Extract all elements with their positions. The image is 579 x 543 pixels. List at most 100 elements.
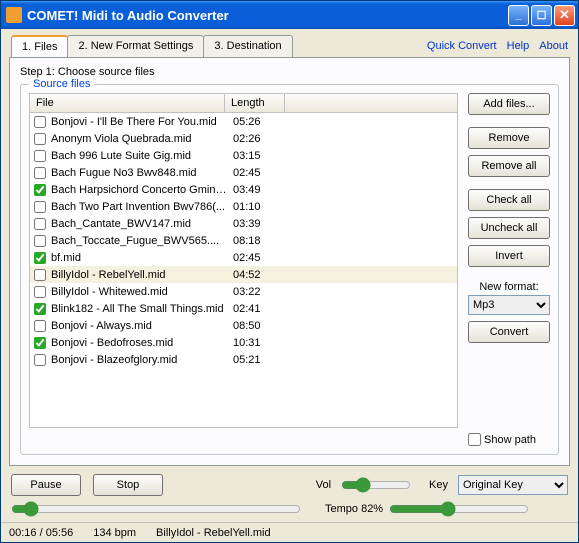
table-row[interactable]: Bonjovi - I'll Be There For You.mid05:26: [30, 113, 457, 130]
app-icon: [6, 7, 22, 23]
status-file: BillyIdol - RebelYell.mid: [156, 527, 271, 539]
file-name: Bonjovi - Blazeofglory.mid: [51, 354, 227, 366]
table-row[interactable]: Blink182 - All The Small Things.mid02:41: [30, 300, 457, 317]
row-checkbox[interactable]: [34, 133, 46, 145]
file-name: Bach_Cantate_BWV147.mid: [51, 218, 227, 230]
file-length: 08:18: [227, 235, 287, 247]
table-row[interactable]: Anonym Viola Quebrada.mid02:26: [30, 130, 457, 147]
step-label: Step 1: Choose source files: [20, 66, 559, 78]
column-header-length[interactable]: Length: [225, 94, 285, 112]
table-row[interactable]: BillyIdol - Whitewed.mid03:22: [30, 283, 457, 300]
tempo-label: Tempo 82%: [325, 503, 383, 515]
file-length: 10:31: [227, 337, 287, 349]
tab-0[interactable]: 1. Files: [11, 35, 68, 57]
uncheck-all-button[interactable]: Uncheck all: [468, 217, 550, 239]
status-time: 00:16 / 05:56: [9, 527, 73, 539]
file-name: Bach Harpsichord Concerto Gmino...: [51, 184, 227, 196]
table-row[interactable]: bf.mid02:45: [30, 249, 457, 266]
file-length: 03:15: [227, 150, 287, 162]
row-checkbox[interactable]: [34, 116, 46, 128]
tab-1[interactable]: 2. New Format Settings: [67, 35, 204, 57]
remove-all-button[interactable]: Remove all: [468, 155, 550, 177]
row-checkbox[interactable]: [34, 354, 46, 366]
row-checkbox[interactable]: [34, 167, 46, 179]
tab-2[interactable]: 3. Destination: [203, 35, 292, 57]
help-link[interactable]: Help: [507, 40, 530, 52]
table-row[interactable]: Bonjovi - Always.mid08:50: [30, 317, 457, 334]
playback-controls: Pause Stop Vol Key Original Key: [1, 472, 578, 498]
status-bar: 00:16 / 05:56 134 bpm BillyIdol - RebelY…: [1, 522, 578, 542]
key-select[interactable]: Original Key: [458, 475, 568, 495]
about-link[interactable]: About: [539, 40, 568, 52]
stop-button[interactable]: Stop: [93, 474, 163, 496]
file-name: Anonym Viola Quebrada.mid: [51, 133, 227, 145]
app-window: COMET! Midi to Audio Converter _ ☐ ✕ 1. …: [0, 0, 579, 543]
show-path-checkbox[interactable]: Show path: [468, 433, 550, 446]
table-row[interactable]: Bach 996 Lute Suite Gig.mid03:15: [30, 147, 457, 164]
side-buttons: Add files... Remove Remove all Check all…: [468, 93, 550, 446]
row-checkbox[interactable]: [34, 150, 46, 162]
row-checkbox[interactable]: [34, 286, 46, 298]
new-format-label: New format:: [468, 281, 550, 293]
file-name: BillyIdol - RebelYell.mid: [51, 269, 227, 281]
table-row[interactable]: Bach Harpsichord Concerto Gmino...03:49: [30, 181, 457, 198]
key-label: Key: [429, 479, 448, 491]
volume-slider[interactable]: [341, 476, 411, 494]
file-length: 02:26: [227, 133, 287, 145]
row-checkbox[interactable]: [34, 252, 46, 264]
file-name: Bonjovi - Always.mid: [51, 320, 227, 332]
file-length: 05:21: [227, 354, 287, 366]
status-bpm: 134 bpm: [93, 527, 136, 539]
file-length: 02:41: [227, 303, 287, 315]
add-files-button[interactable]: Add files...: [468, 93, 550, 115]
format-select[interactable]: Mp3: [468, 295, 550, 315]
file-name: BillyIdol - Whitewed.mid: [51, 286, 227, 298]
groupbox-title: Source files: [29, 78, 94, 90]
file-name: Bach Fugue No3 Bwv848.mid: [51, 167, 227, 179]
file-name: bf.mid: [51, 252, 227, 264]
remove-button[interactable]: Remove: [468, 127, 550, 149]
table-row[interactable]: Bach_Cantate_BWV147.mid03:39: [30, 215, 457, 232]
list-header: File Length: [29, 93, 458, 113]
tab-panel-files: Step 1: Choose source files Source files…: [9, 57, 570, 466]
tempo-slider[interactable]: [389, 500, 529, 518]
table-row[interactable]: BillyIdol - RebelYell.mid04:52: [30, 266, 457, 283]
file-length: 03:22: [227, 286, 287, 298]
table-row[interactable]: Bach Two Part Invention Bwv786(...01:10: [30, 198, 457, 215]
file-length: 02:45: [227, 167, 287, 179]
file-length: 03:49: [227, 184, 287, 196]
source-files-group: Source files File Length Bonjovi - I'll …: [20, 84, 559, 455]
file-name: Bach Two Part Invention Bwv786(...: [51, 201, 227, 213]
table-row[interactable]: Bach Fugue No3 Bwv848.mid02:45: [30, 164, 457, 181]
tempo-row: Tempo 82%: [1, 498, 578, 522]
file-list[interactable]: Bonjovi - I'll Be There For You.mid05:26…: [29, 113, 458, 428]
minimize-button[interactable]: _: [508, 5, 529, 26]
close-button[interactable]: ✕: [554, 5, 575, 26]
tab-bar: 1. Files2. New Format Settings3. Destina…: [11, 35, 292, 57]
row-checkbox[interactable]: [34, 320, 46, 332]
table-row[interactable]: Bonjovi - Bedofroses.mid10:31: [30, 334, 457, 351]
row-checkbox[interactable]: [34, 303, 46, 315]
file-length: 02:45: [227, 252, 287, 264]
check-all-button[interactable]: Check all: [468, 189, 550, 211]
row-checkbox[interactable]: [34, 201, 46, 213]
file-name: Bonjovi - I'll Be There For You.mid: [51, 116, 227, 128]
row-checkbox[interactable]: [34, 337, 46, 349]
pause-button[interactable]: Pause: [11, 474, 81, 496]
row-checkbox[interactable]: [34, 184, 46, 196]
maximize-button[interactable]: ☐: [531, 5, 552, 26]
table-row[interactable]: Bach_Toccate_Fugue_BWV565....08:18: [30, 232, 457, 249]
table-row[interactable]: Bonjovi - Blazeofglory.mid05:21: [30, 351, 457, 368]
column-header-file[interactable]: File: [30, 94, 225, 112]
file-name: Bach_Toccate_Fugue_BWV565....: [51, 235, 227, 247]
row-checkbox[interactable]: [34, 269, 46, 281]
file-name: Blink182 - All The Small Things.mid: [51, 303, 227, 315]
convert-button[interactable]: Convert: [468, 321, 550, 343]
row-checkbox[interactable]: [34, 235, 46, 247]
file-length: 04:52: [227, 269, 287, 281]
quick-convert-link[interactable]: Quick Convert: [427, 40, 497, 52]
row-checkbox[interactable]: [34, 218, 46, 230]
file-name: Bach 996 Lute Suite Gig.mid: [51, 150, 227, 162]
seek-slider[interactable]: [11, 500, 301, 518]
invert-button[interactable]: Invert: [468, 245, 550, 267]
